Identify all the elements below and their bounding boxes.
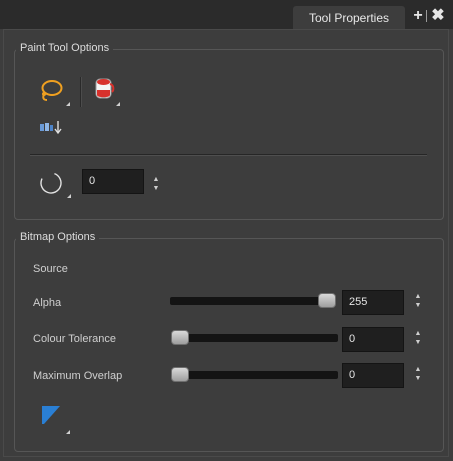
panel-titlebar: Tool Properties + ✖ [0,0,453,29]
alpha-label: Alpha [33,297,62,309]
maximum-overlap-field[interactable]: 0 [342,363,404,388]
maximum-overlap-label: Maximum Overlap [33,370,123,382]
lasso-icon [41,80,63,101]
lasso-tool-button[interactable] [38,78,72,108]
maximum-overlap-slider-track[interactable] [172,371,338,379]
maximum-overlap-stepper[interactable]: ▲ ▼ [414,365,422,385]
brush-size-value: 0 [89,175,96,187]
paint-tool-options-group [14,49,444,220]
submenu-corner [67,194,71,198]
submenu-corner [66,430,70,434]
brush-size-field[interactable]: 0 [82,169,144,194]
colour-tolerance-slider-handle[interactable] [171,330,189,345]
paint-bucket-icon [95,78,115,99]
alpha-slider-handle[interactable] [318,293,336,308]
colour-tolerance-stepper[interactable]: ▲ ▼ [414,329,422,349]
fill-swatch-icon [42,406,60,424]
colour-tolerance-value: 0 [349,333,356,345]
plus-icon[interactable]: + [410,7,426,25]
alpha-field[interactable]: 255 [342,290,404,315]
alpha-stepper[interactable]: ▲ ▼ [414,292,422,312]
submenu-corner [66,102,70,106]
alpha-slider-track[interactable] [170,297,336,305]
source-label: Source [33,263,68,275]
titlebar-divider [426,10,427,22]
fill-swatch-button[interactable] [40,404,76,436]
brush-circle-icon [40,172,62,194]
maximum-overlap-value: 0 [349,369,356,381]
brush-size-stepper[interactable]: ▲ ▼ [152,175,160,195]
paint-modes-arrow-icon [40,121,62,135]
close-icon[interactable]: ✖ [430,7,446,25]
paint-bucket-tool-button[interactable] [92,76,126,108]
colour-tolerance-field[interactable]: 0 [342,327,404,352]
brush-shape-button[interactable] [37,170,73,202]
maximum-overlap-slider-handle[interactable] [171,367,189,382]
colour-tolerance-label: Colour Tolerance [33,333,116,345]
submenu-corner [116,102,120,106]
toolbar-divider [80,77,82,107]
tab-tool-properties[interactable]: Tool Properties [293,6,405,29]
colour-tolerance-slider-track[interactable] [172,334,338,342]
alpha-value: 255 [349,296,368,308]
tab-label: Tool Properties [308,11,390,25]
options-divider [30,154,427,156]
bitmap-options-title: Bitmap Options [16,231,100,243]
paint-modes-button[interactable] [40,120,64,138]
paint-tool-options-title: Paint Tool Options [16,42,114,54]
